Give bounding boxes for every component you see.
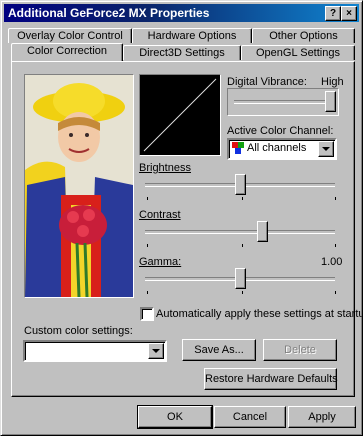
tab-direct3d-settings[interactable]: Direct3D Settings: [123, 45, 241, 60]
custom-settings-combo[interactable]: [23, 340, 167, 362]
tab-hardware-options[interactable]: Hardware Options: [132, 28, 252, 43]
brightness-slider[interactable]: [235, 174, 246, 195]
chevron-down-icon[interactable]: [318, 141, 334, 157]
contrast-label: Contrast: [139, 209, 181, 221]
active-channel-value: All channels: [247, 142, 307, 154]
digital-vibrance-value: High: [321, 76, 344, 88]
gamma-value: 1.00: [321, 256, 343, 268]
preview-photo: [24, 74, 134, 298]
gamma-label: Gamma:: [139, 256, 182, 268]
properties-window: Additional GeForce2 MX Properties ? × Ov…: [0, 0, 363, 436]
ok-button[interactable]: OK: [138, 406, 212, 428]
auto-apply-checkbox[interactable]: [140, 307, 154, 321]
chevron-down-icon[interactable]: [148, 343, 164, 359]
custom-settings-label: Custom color settings:: [24, 325, 133, 337]
window-title: Additional GeForce2 MX Properties: [8, 6, 210, 20]
delete-button[interactable]: Delete: [263, 339, 337, 361]
active-channel-select[interactable]: All channels: [227, 138, 337, 160]
apply-button[interactable]: Apply: [288, 406, 356, 428]
contrast-ticks: [147, 244, 337, 247]
active-channel-label: Active Color Channel:: [227, 125, 334, 137]
tab-overlay-color-control[interactable]: Overlay Color Control: [8, 28, 132, 43]
digital-vibrance-thumb[interactable]: [325, 91, 336, 112]
color-correction-panel: Digital Vibrance: High Active Color Chan…: [11, 61, 363, 397]
save-as-button[interactable]: Save As...: [182, 339, 256, 361]
digital-vibrance-label: Digital Vibrance:: [227, 76, 307, 88]
contrast-track: [145, 230, 335, 234]
help-button[interactable]: ?: [325, 6, 341, 21]
close-button[interactable]: ×: [341, 6, 357, 21]
rgb-channel-icon: [232, 142, 244, 157]
gamma-ticks: [147, 291, 337, 294]
digital-vibrance-slider[interactable]: [227, 88, 339, 116]
title-bar[interactable]: Additional GeForce2 MX Properties ? ×: [4, 4, 359, 22]
brightness-label: Brightness: [139, 162, 191, 174]
restore-defaults-button[interactable]: Restore Hardware Defaults: [204, 368, 338, 390]
tab-color-correction[interactable]: Color Correction: [11, 43, 123, 61]
contrast-slider[interactable]: [257, 221, 269, 242]
tab-other-options[interactable]: Other Options: [252, 28, 355, 43]
cancel-button[interactable]: Cancel: [214, 406, 286, 428]
brightness-ticks: [147, 197, 337, 200]
auto-apply-label[interactable]: Automatically apply these settings at st…: [156, 308, 363, 320]
color-curve-preview: [139, 74, 221, 156]
gamma-slider[interactable]: [235, 268, 246, 289]
tab-opengl-settings[interactable]: OpenGL Settings: [241, 45, 355, 60]
